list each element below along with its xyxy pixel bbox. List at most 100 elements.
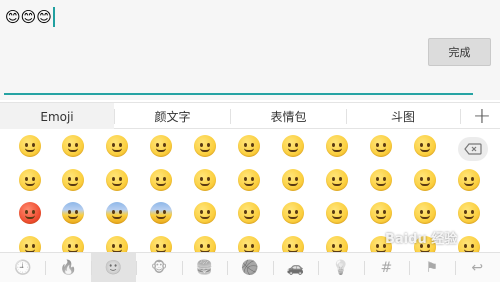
emoji-face-icon bbox=[238, 236, 260, 252]
category-sports-icon[interactable]: 🏀 bbox=[227, 253, 272, 282]
emoji-face-icon bbox=[19, 202, 41, 224]
emoji-key[interactable] bbox=[57, 231, 89, 252]
category-recent-icon[interactable]: 🕘 bbox=[0, 253, 45, 282]
emoji-key[interactable] bbox=[189, 197, 221, 229]
tab-kaomoji[interactable]: 颜文字 bbox=[115, 103, 230, 130]
emoji-face-icon bbox=[458, 236, 480, 252]
category-fire-icon[interactable]: 🔥 bbox=[45, 253, 90, 282]
emoji-key[interactable] bbox=[277, 197, 309, 229]
tab-doutu[interactable]: 斗图 bbox=[347, 103, 459, 130]
emoji-key[interactable] bbox=[14, 197, 46, 229]
emoji-face-icon bbox=[19, 169, 41, 191]
emoji-face-icon bbox=[194, 202, 216, 224]
emoji-face-icon bbox=[19, 135, 41, 157]
emoji-key[interactable] bbox=[145, 130, 177, 162]
emoji-key[interactable] bbox=[145, 231, 177, 252]
emoji-key[interactable] bbox=[101, 231, 133, 252]
car-icon: 🚗 bbox=[286, 260, 305, 276]
emoji-key[interactable] bbox=[14, 130, 46, 162]
tab-sticker-pack[interactable]: 表情包 bbox=[231, 103, 346, 130]
emoji-key[interactable] bbox=[145, 197, 177, 229]
emoji-face-icon bbox=[326, 202, 348, 224]
emoji-key[interactable] bbox=[365, 164, 397, 196]
emoji-key[interactable] bbox=[57, 164, 89, 196]
emoji-key[interactable] bbox=[277, 130, 309, 162]
emoji-key[interactable] bbox=[321, 231, 353, 252]
emoji-face-icon bbox=[194, 135, 216, 157]
emoji-key[interactable] bbox=[101, 164, 133, 196]
backspace-icon bbox=[464, 143, 482, 155]
emoji-mouth bbox=[420, 182, 430, 186]
category-animal-icon[interactable]: 🐵 bbox=[136, 253, 181, 282]
emoji-key[interactable] bbox=[277, 164, 309, 196]
emoji-key[interactable] bbox=[321, 197, 353, 229]
emoji-key[interactable] bbox=[365, 197, 397, 229]
emoji-face-icon bbox=[150, 236, 172, 252]
category-divider bbox=[318, 261, 320, 275]
emoji-face-icon bbox=[414, 169, 436, 191]
emoji-key[interactable] bbox=[453, 231, 485, 252]
emoji-mouth bbox=[420, 215, 430, 219]
emoji-key[interactable] bbox=[409, 197, 441, 229]
emoji-key[interactable] bbox=[14, 231, 46, 252]
input-area[interactable]: 😊😊😊 完成 bbox=[0, 0, 500, 100]
emoji-face-icon bbox=[19, 236, 41, 252]
category-divider bbox=[272, 261, 274, 275]
category-bulb-icon[interactable]: 💡 bbox=[318, 253, 363, 282]
done-button[interactable]: 完成 bbox=[428, 38, 491, 66]
emoji-key[interactable] bbox=[189, 231, 221, 252]
emoji-face-icon bbox=[106, 202, 128, 224]
emoji-mouth bbox=[156, 182, 166, 186]
emoji-key[interactable] bbox=[101, 130, 133, 162]
emoji-key[interactable] bbox=[321, 164, 353, 196]
emoji-key[interactable] bbox=[277, 231, 309, 252]
emoji-face-icon bbox=[62, 169, 84, 191]
emoji-mouth bbox=[25, 182, 35, 186]
add-tab-button[interactable]: + bbox=[470, 103, 494, 130]
return-icon: ↩ bbox=[471, 260, 484, 276]
emoji-key[interactable] bbox=[57, 197, 89, 229]
emoji-key[interactable] bbox=[189, 164, 221, 196]
emoji-face-icon bbox=[106, 236, 128, 252]
emoji-mouth bbox=[376, 148, 386, 152]
emoji-key[interactable] bbox=[145, 164, 177, 196]
emoji-key[interactable] bbox=[233, 197, 265, 229]
category-hash-icon[interactable]: # bbox=[364, 253, 409, 282]
emoji-face-icon bbox=[238, 135, 260, 157]
category-flag-icon[interactable]: ⚑ bbox=[409, 253, 454, 282]
emoji-mouth bbox=[156, 215, 166, 219]
category-car-icon[interactable]: 🚗 bbox=[273, 253, 318, 282]
emoji-key[interactable] bbox=[409, 130, 441, 162]
emoji-key[interactable] bbox=[189, 130, 221, 162]
tab-emoji[interactable]: Emoji bbox=[0, 103, 114, 130]
emoji-key[interactable] bbox=[233, 231, 265, 252]
emoji-key[interactable] bbox=[321, 130, 353, 162]
emoji-mouth bbox=[200, 148, 210, 152]
emoji-key[interactable] bbox=[453, 164, 485, 196]
emoji-mouth bbox=[376, 215, 386, 219]
emoji-mouth bbox=[464, 182, 474, 186]
backspace-button[interactable] bbox=[458, 137, 488, 161]
emoji-face-icon bbox=[106, 169, 128, 191]
emoji-key[interactable] bbox=[233, 130, 265, 162]
category-smiley-icon[interactable]: 🙂 bbox=[90, 253, 137, 282]
tab-divider bbox=[460, 109, 461, 124]
emoji-face-icon bbox=[370, 135, 392, 157]
emoji-key[interactable] bbox=[101, 197, 133, 229]
emoji-key[interactable] bbox=[453, 197, 485, 229]
typed-text-field[interactable]: 😊😊😊 bbox=[5, 7, 55, 27]
emoji-key[interactable] bbox=[233, 164, 265, 196]
emoji-key[interactable] bbox=[57, 130, 89, 162]
category-divider bbox=[90, 261, 92, 275]
category-return-icon[interactable]: ↩ bbox=[455, 253, 500, 282]
smiley-icon: 🙂 bbox=[104, 260, 123, 276]
emoji-face-icon bbox=[62, 135, 84, 157]
category-food-icon[interactable]: 🍔 bbox=[182, 253, 227, 282]
emoji-face-icon bbox=[282, 169, 304, 191]
emoji-face-icon bbox=[326, 169, 348, 191]
emoji-key[interactable] bbox=[365, 130, 397, 162]
emoji-key[interactable] bbox=[409, 164, 441, 196]
emoji-face-icon bbox=[370, 169, 392, 191]
emoji-mouth bbox=[244, 148, 254, 152]
emoji-key[interactable] bbox=[14, 164, 46, 196]
